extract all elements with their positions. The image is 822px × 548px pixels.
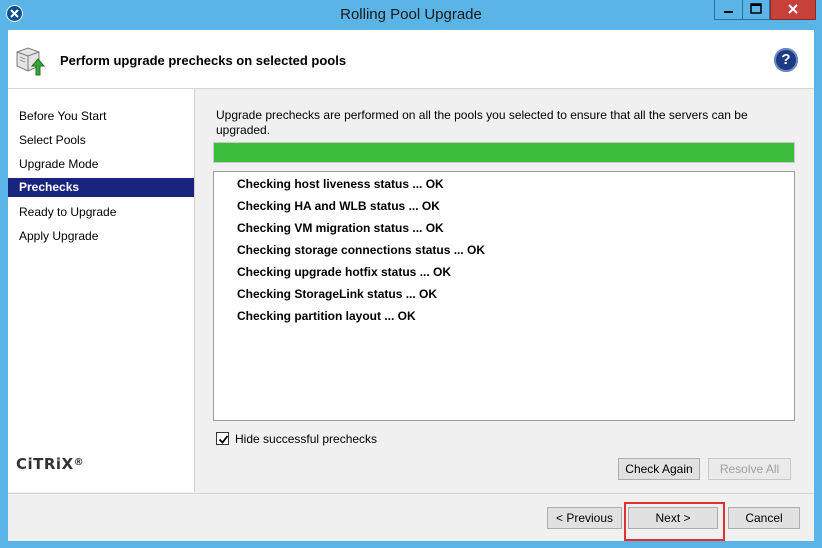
wizard-steps-sidebar: Before You Start Select Pools Upgrade Mo… bbox=[8, 89, 195, 492]
step-before-you-start[interactable]: Before You Start bbox=[8, 107, 194, 126]
step-prechecks[interactable]: Prechecks bbox=[8, 178, 194, 197]
prechecks-description: Upgrade prechecks are performed on all t… bbox=[216, 108, 748, 137]
precheck-result[interactable]: Checking VM migration status ... OK bbox=[237, 221, 444, 235]
wizard-footer: < Previous Next > Cancel bbox=[8, 493, 814, 541]
close-button[interactable] bbox=[770, 0, 816, 20]
page-header: Perform upgrade prechecks on selected po… bbox=[8, 30, 814, 89]
precheck-result[interactable]: Checking storage connections status ... … bbox=[237, 243, 485, 257]
check-again-button[interactable]: Check Again bbox=[618, 458, 700, 480]
previous-button[interactable]: < Previous bbox=[547, 507, 622, 529]
server-upgrade-icon bbox=[14, 44, 46, 76]
hide-successful-checkbox[interactable] bbox=[216, 432, 229, 445]
help-icon[interactable]: ? bbox=[774, 48, 798, 72]
prechecks-panel: Upgrade prechecks are performed on all t… bbox=[195, 89, 814, 492]
maximize-button[interactable] bbox=[743, 0, 770, 20]
next-button-highlight bbox=[624, 502, 725, 541]
step-ready-to-upgrade[interactable]: Ready to Upgrade bbox=[8, 203, 194, 222]
resolve-all-button[interactable]: Resolve All bbox=[708, 458, 791, 480]
precheck-result[interactable]: Checking HA and WLB status ... OK bbox=[237, 199, 440, 213]
precheck-result[interactable]: Checking host liveness status ... OK bbox=[237, 177, 444, 191]
cancel-button[interactable]: Cancel bbox=[728, 507, 800, 529]
precheck-results-list[interactable]: Checking host liveness status ... OK Che… bbox=[213, 171, 795, 421]
citrix-logo: CiTRiX® bbox=[16, 455, 85, 473]
minimize-button[interactable] bbox=[714, 0, 743, 20]
precheck-result[interactable]: Checking StorageLink status ... OK bbox=[237, 287, 437, 301]
precheck-result[interactable]: Checking upgrade hotfix status ... OK bbox=[237, 265, 451, 279]
precheck-progress-bar bbox=[213, 142, 795, 163]
hide-successful-label[interactable]: Hide successful prechecks bbox=[235, 432, 377, 446]
step-upgrade-mode[interactable]: Upgrade Mode bbox=[8, 155, 194, 174]
title-bar: Rolling Pool Upgrade bbox=[0, 0, 822, 28]
precheck-result[interactable]: Checking partition layout ... OK bbox=[237, 309, 416, 323]
step-select-pools[interactable]: Select Pools bbox=[8, 131, 194, 150]
step-apply-upgrade[interactable]: Apply Upgrade bbox=[8, 227, 194, 246]
page-title: Perform upgrade prechecks on selected po… bbox=[60, 53, 347, 68]
window-title: Rolling Pool Upgrade bbox=[340, 6, 482, 23]
wizard-window: Rolling Pool Upgrade Perform upgrade pre… bbox=[0, 0, 822, 548]
wizard-content: Perform upgrade prechecks on selected po… bbox=[8, 30, 814, 541]
